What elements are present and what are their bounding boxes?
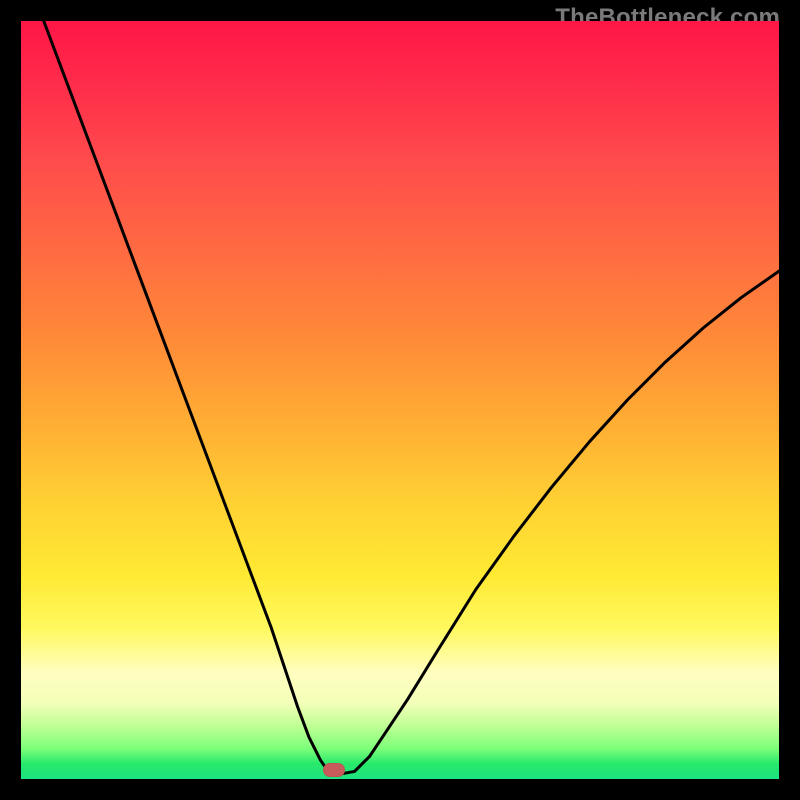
plot-area — [21, 21, 779, 779]
bottleneck-marker — [323, 763, 345, 777]
chart-frame: TheBottleneck.com — [0, 0, 800, 800]
bottleneck-curve — [21, 21, 779, 779]
